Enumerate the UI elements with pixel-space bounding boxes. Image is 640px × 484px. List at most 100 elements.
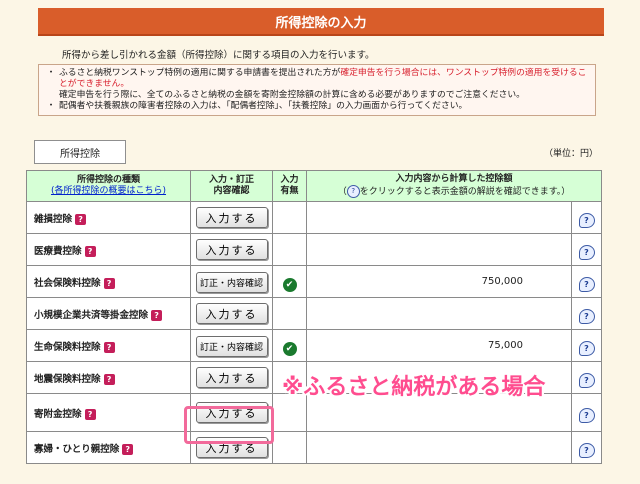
note-text: ふるさと納税ワンストップ特例の適用に関する申請書を提出された方が <box>59 68 341 78</box>
table-row: 寡婦・ひとり親控除? 入力する? <box>26 431 602 464</box>
bullet <box>43 90 59 101</box>
deduction-name: 雑損控除? <box>26 201 191 234</box>
note-3: ・ 配偶者や扶養親族の障害者控除の入力は、「配偶者控除」、「扶養控除」の入力画面… <box>43 101 591 112</box>
check-icon: ✔ <box>282 277 297 292</box>
deduction-label: 地震保険料控除 <box>34 373 101 385</box>
status-cell <box>272 431 307 464</box>
status-cell <box>272 297 307 330</box>
header-calc: 入力内容から計算した控除額 （? をクリックすると表示金額の解説を確認できます。） <box>306 170 602 202</box>
note-1: ・ ふるさと納税ワンストップ特例の適用に関する申請書を提出された方が確定申告を行… <box>43 68 591 90</box>
deduction-label: 生命保険料控除 <box>34 341 101 353</box>
input-button[interactable]: 入力する <box>195 239 268 261</box>
amount-cell <box>306 201 572 234</box>
input-button[interactable]: 入力する <box>195 367 268 389</box>
note-text: 配偶者や扶養親族の障害者控除の入力は、「配偶者控除」、「扶養控除」の入力画面から… <box>59 101 468 111</box>
deduction-label: 医療費控除 <box>34 245 82 257</box>
deduction-table: 所得控除の種類 (各所得控除の概要はこちら) 入力・訂正 内容確認 入力 有無 … <box>26 170 602 464</box>
header-action-line1: 入力・訂正 <box>208 175 254 185</box>
status-cell: ✔ <box>272 329 307 362</box>
deduction-label: 寡婦・ひとり親控除 <box>34 443 120 455</box>
table-header: 所得控除の種類 (各所得控除の概要はこちら) 入力・訂正 内容確認 入力 有無 … <box>26 170 602 202</box>
table-row: 医療費控除? 入力する? <box>26 233 602 266</box>
check-icon: ✔ <box>282 341 297 356</box>
header-status-line1: 入力 <box>280 175 299 185</box>
deduction-name: 社会保険料控除? <box>26 265 191 298</box>
header-status: 入力 有無 <box>272 170 307 202</box>
question-icon[interactable]: ? <box>103 341 115 353</box>
header-type: 所得控除の種類 (各所得控除の概要はこちら) <box>26 170 191 202</box>
deduction-label: 寄附金控除 <box>34 408 82 420</box>
deduction-name: 生命保険料控除? <box>26 329 191 362</box>
amount-cell <box>306 297 572 330</box>
table-row: 小規模企業共済等掛金控除? 入力する? <box>26 297 602 330</box>
help-icon: ? <box>346 185 360 198</box>
table-row: 生命保険料控除? 訂正・内容確認 ✔ 75,000? <box>26 329 602 362</box>
deduction-name: 医療費控除? <box>26 233 191 266</box>
notes-box: ・ ふるさと納税ワンストップ特例の適用に関する申請書を提出された方が確定申告を行… <box>38 64 596 116</box>
deduction-label: 小規模企業共済等掛金控除 <box>34 309 149 321</box>
bullet: ・ <box>46 68 56 78</box>
deduction-name: 寡婦・ひとり親控除? <box>26 431 191 464</box>
help-bubble-icon[interactable]: ? <box>578 244 595 260</box>
amount-cell: 75,000 <box>306 329 572 362</box>
help-cell: ? <box>571 233 602 266</box>
question-icon[interactable]: ? <box>103 277 115 289</box>
amount-cell <box>306 233 572 266</box>
action-cell: 入力する <box>190 297 273 330</box>
header-type-label: 所得控除の種類 <box>76 175 140 185</box>
note-text: 確定申告を行う際に、全てのふるさと納税の金額を寄附金控除額の計算に含める必要があ… <box>59 90 525 100</box>
intro-text: 所得から差し引かれる金額（所得控除）に関する項目の入力を行います。 <box>62 50 375 61</box>
help-bubble-icon[interactable]: ? <box>578 372 595 388</box>
deduction-name: 寄附金控除? <box>26 393 191 432</box>
input-button[interactable]: 訂正・内容確認 <box>195 271 268 293</box>
help-cell: ? <box>571 393 602 432</box>
deduction-name: 小規模企業共済等掛金控除? <box>26 297 191 330</box>
action-cell: 入力する <box>190 361 273 394</box>
input-button[interactable]: 入力する <box>195 303 268 325</box>
action-cell: 入力する <box>190 201 273 234</box>
help-cell: ? <box>571 297 602 330</box>
header-calc-label: 入力内容から計算した控除額 <box>395 174 513 184</box>
help-cell: ? <box>571 329 602 362</box>
input-button[interactable]: 入力する <box>195 207 268 229</box>
header-action-line2: 内容確認 <box>213 186 250 196</box>
question-icon[interactable]: ? <box>75 213 87 225</box>
header-status-line2: 有無 <box>280 186 299 196</box>
highlight-box <box>184 406 274 444</box>
note-2: 確定申告を行う際に、全てのふるさと納税の金額を寄附金控除額の計算に含める必要があ… <box>43 90 591 101</box>
deduction-label: 雑損控除 <box>34 213 73 225</box>
help-cell: ? <box>571 265 602 298</box>
action-cell: 訂正・内容確認 <box>190 265 273 298</box>
help-bubble-icon[interactable]: ? <box>578 407 595 423</box>
paren-open: （ <box>337 187 347 197</box>
action-cell: 入力する <box>190 233 273 266</box>
annotation-overlay: ※ふるさと納税がある場合 <box>282 375 546 400</box>
help-cell: ? <box>571 201 602 234</box>
status-cell: ✔ <box>272 265 307 298</box>
question-icon[interactable]: ? <box>103 373 115 385</box>
help-bubble-icon[interactable]: ? <box>578 442 595 458</box>
help-bubble-icon[interactable]: ? <box>578 308 595 324</box>
status-cell <box>272 201 307 234</box>
status-cell <box>272 233 307 266</box>
question-icon[interactable]: ? <box>84 245 96 257</box>
table-row: 雑損控除? 入力する? <box>26 201 602 234</box>
overview-link[interactable]: (各所得控除の概要はこちら) <box>51 186 166 196</box>
amount-cell: 750,000 <box>306 265 572 298</box>
input-button[interactable]: 訂正・内容確認 <box>195 335 268 357</box>
tab-income-deduction[interactable]: 所得控除 <box>34 140 126 164</box>
help-bubble-icon[interactable]: ? <box>578 212 595 228</box>
help-bubble-icon[interactable]: ? <box>578 276 595 292</box>
amount-cell <box>306 431 572 464</box>
question-icon[interactable]: ? <box>122 443 134 455</box>
question-icon[interactable]: ? <box>84 408 96 420</box>
help-cell: ? <box>571 361 602 394</box>
table-row: 社会保険料控除? 訂正・内容確認 ✔ 750,000? <box>26 265 602 298</box>
header-action: 入力・訂正 内容確認 <box>190 170 273 202</box>
help-bubble-icon[interactable]: ? <box>578 340 595 356</box>
bullet: ・ <box>46 101 56 111</box>
page-title: 所得控除の入力 <box>38 8 604 36</box>
unit-label: （単位：円） <box>543 149 598 159</box>
question-icon[interactable]: ? <box>151 309 163 321</box>
deduction-name: 地震保険料控除? <box>26 361 191 394</box>
